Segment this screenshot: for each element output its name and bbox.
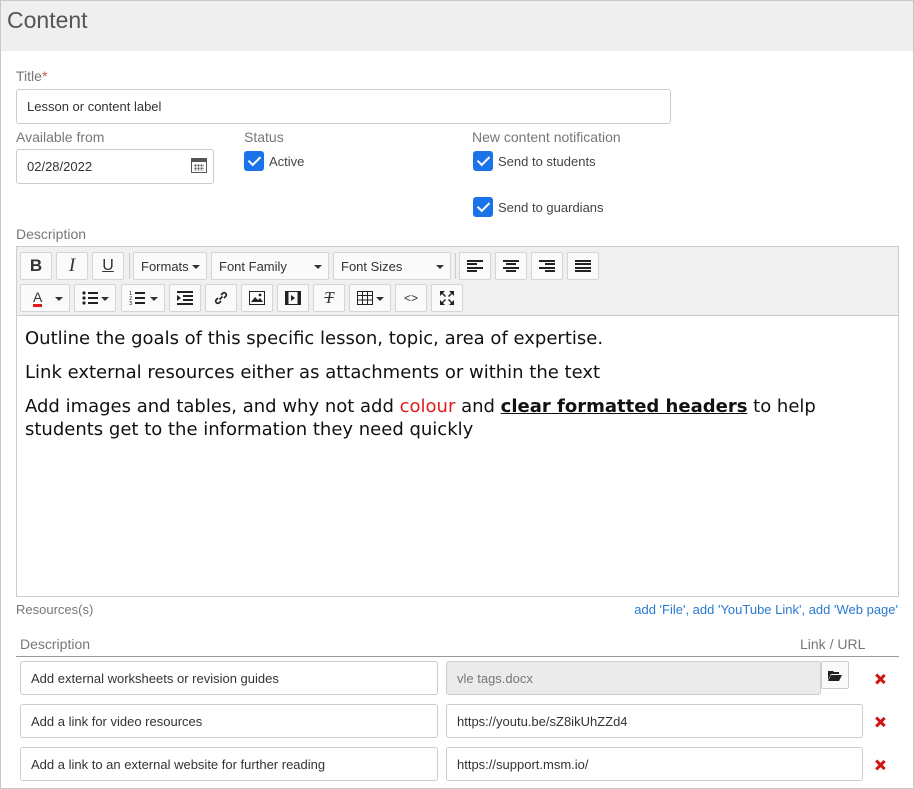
text-color-button[interactable]: A — [20, 284, 70, 312]
clear-formatting-icon: T — [324, 288, 334, 307]
checkbox-checked-icon[interactable] — [244, 151, 264, 171]
resource-file-input: vle tags.docx — [446, 661, 821, 695]
image-icon — [249, 291, 265, 305]
bullet-list-button[interactable] — [74, 284, 116, 312]
resource-url-input[interactable]: https://support.msm.io/ — [446, 747, 863, 781]
caret-down-icon — [314, 265, 322, 269]
notification-label: New content notification — [472, 129, 621, 145]
resource-url-input[interactable]: https://youtu.be/sZ8ikUhZZd4 — [446, 704, 863, 738]
font-family-dropdown[interactable]: Font Family — [211, 252, 329, 280]
caret-down-icon — [101, 297, 109, 301]
bold-button[interactable]: B — [20, 252, 52, 280]
media-icon — [285, 291, 301, 305]
checkbox-checked-icon[interactable] — [473, 197, 493, 217]
link-icon — [214, 291, 228, 305]
editor-content[interactable]: Outline the goals of this specific lesso… — [25, 327, 885, 452]
table-header-divider — [16, 656, 899, 657]
caret-down-icon — [55, 297, 63, 301]
align-right-icon — [539, 260, 555, 272]
delete-row-icon[interactable] — [875, 760, 885, 770]
align-left-icon — [467, 260, 483, 272]
formats-dropdown[interactable]: Formats — [133, 252, 207, 280]
checkbox-checked-icon[interactable] — [473, 151, 493, 171]
delete-row-icon[interactable] — [875, 717, 885, 727]
insert-media-button[interactable] — [277, 284, 309, 312]
table-button[interactable] — [349, 284, 391, 312]
send-guardians-checkbox[interactable]: Send to guardians — [473, 197, 604, 217]
source-code-button[interactable]: <> — [395, 284, 427, 312]
description-label: Description — [16, 226, 87, 242]
clear-formatting-button[interactable]: T — [313, 284, 345, 312]
folder-open-icon — [828, 670, 842, 681]
rich-text-editor: B I U Formats Font Family Font Sizes A 1… — [16, 246, 899, 597]
title-input[interactable]: Lesson or content label — [16, 89, 671, 124]
align-center-icon — [503, 260, 519, 272]
active-checkbox[interactable]: Active — [244, 151, 304, 171]
align-justify-icon — [575, 260, 591, 272]
insert-link-button[interactable] — [205, 284, 237, 312]
resource-description-input[interactable]: Add external worksheets or revision guid… — [20, 661, 438, 695]
link-url-column-header: Link / URL — [800, 636, 866, 652]
svg-text:3: 3 — [129, 301, 132, 305]
align-left-button[interactable] — [459, 252, 491, 280]
numbered-list-icon: 123 — [129, 291, 145, 305]
editor-paragraph: Link external resources either as attach… — [25, 362, 601, 383]
delete-row-icon[interactable] — [875, 674, 885, 684]
description-column-header: Description — [20, 636, 91, 652]
red-text: colour — [399, 396, 456, 417]
caret-down-icon — [436, 265, 444, 269]
add-resource-links[interactable]: add 'File', add 'YouTube Link', add 'Web… — [634, 602, 898, 617]
fullscreen-button[interactable] — [431, 284, 463, 312]
panel-header: Content — [1, 1, 913, 51]
numbered-list-button[interactable]: 123 — [121, 284, 165, 312]
toolbar-divider — [455, 253, 456, 279]
title-label: Title* — [16, 68, 48, 84]
insert-image-button[interactable] — [241, 284, 273, 312]
text-color-icon: A — [33, 288, 43, 307]
font-sizes-dropdown[interactable]: Font Sizes — [333, 252, 451, 280]
editor-toolbar: B I U Formats Font Family Font Sizes A 1… — [17, 247, 898, 316]
calendar-icon[interactable] — [191, 158, 207, 173]
resources-label: Resources(s) — [16, 602, 94, 617]
underline-button[interactable]: U — [92, 252, 124, 280]
caret-down-icon — [192, 265, 200, 269]
editor-paragraph: Outline the goals of this specific lesso… — [25, 328, 604, 349]
code-icon: <> — [403, 291, 418, 305]
available-from-label: Available from — [16, 129, 105, 145]
caret-down-icon — [150, 297, 158, 301]
resource-description-input[interactable]: Add a link to an external website for fu… — [20, 747, 438, 781]
content-panel: Content Title* Lesson or content label A… — [0, 0, 914, 789]
indent-button[interactable] — [169, 284, 201, 312]
status-label: Status — [244, 129, 284, 145]
table-icon — [357, 291, 373, 305]
caret-down-icon — [376, 297, 384, 301]
align-justify-button[interactable] — [567, 252, 599, 280]
bullet-list-icon — [82, 291, 98, 305]
formatted-header-text: clear formatted headers — [500, 396, 748, 417]
align-center-button[interactable] — [495, 252, 527, 280]
align-right-button[interactable] — [531, 252, 563, 280]
indent-icon — [177, 291, 193, 305]
fullscreen-icon — [440, 291, 454, 305]
send-students-checkbox[interactable]: Send to students — [473, 151, 596, 171]
available-from-date-input[interactable]: 02/28/2022 — [16, 149, 214, 184]
browse-file-button[interactable] — [821, 661, 849, 689]
toolbar-divider — [129, 253, 130, 279]
panel-title: Content — [7, 7, 88, 33]
editor-paragraph: Add images and tables, and why not add c… — [25, 396, 816, 440]
resource-description-input[interactable]: Add a link for video resources — [20, 704, 438, 738]
italic-button[interactable]: I — [56, 252, 88, 280]
